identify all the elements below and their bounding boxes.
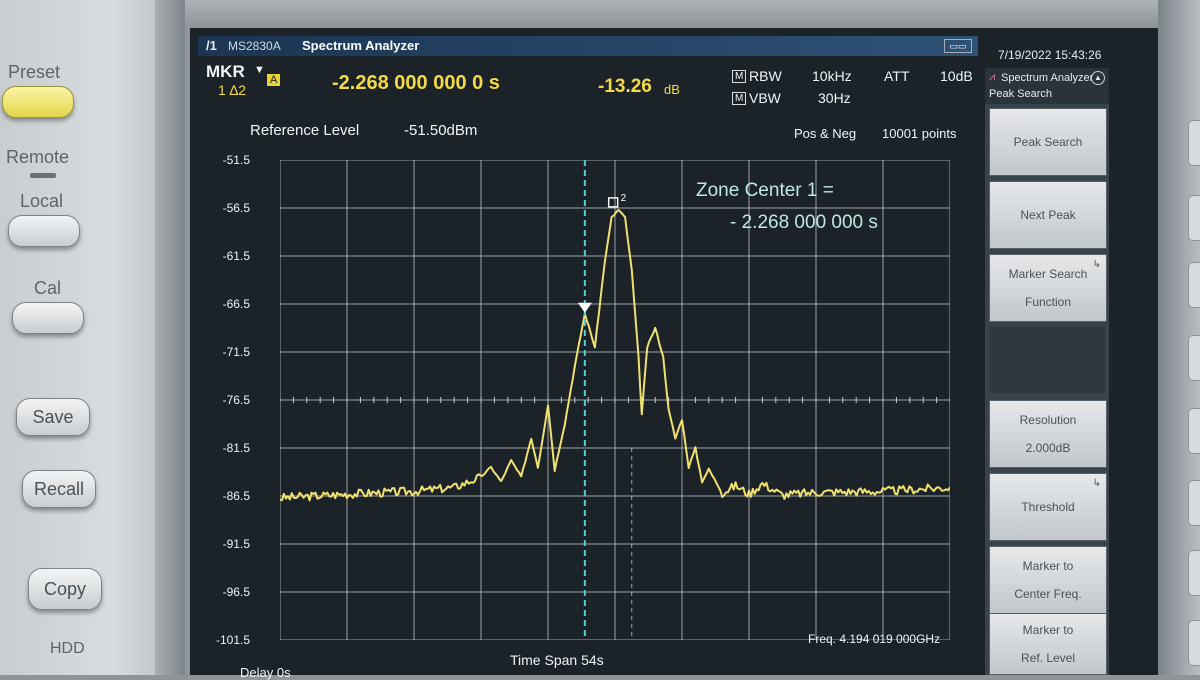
delay-readout: Delay 0s (240, 665, 291, 680)
marker-level-unit: dB (664, 82, 680, 97)
submenu-arrow-icon: ↳ (1092, 259, 1101, 270)
cal-label: Cal (34, 278, 62, 298)
reference-level-value: -51.50dBm (404, 122, 478, 139)
right-hard-key[interactable] (1188, 480, 1200, 526)
zone-center-label: Zone Center 1 = (696, 180, 834, 201)
marker-index: 1 ∆2 (218, 82, 247, 98)
vbw-label: VBW (749, 90, 781, 106)
vbw-value: 30Hz (818, 90, 851, 106)
y-tick-label: -56.5 (222, 201, 250, 215)
softkey-label-line2: Function (1024, 295, 1072, 309)
marker-to-ref-level-softkey[interactable]: Marker to Ref. Level (989, 613, 1107, 675)
menu-up-icon[interactable]: ▲ (1091, 71, 1105, 85)
softkey-header: ⩘ Spectrum Analyzer Peak Search ▲ (985, 68, 1109, 104)
marker-1-label: 1 (581, 160, 587, 161)
marker-level-readout: -13.26 (598, 76, 652, 97)
marker-time-readout: -2.268 000 000 0 s (332, 72, 500, 94)
y-tick-label: -101.5 (215, 633, 250, 647)
time-span-readout: Time Span 54s (510, 652, 604, 668)
rbw-label: RBW (749, 68, 782, 84)
y-tick-label: -61.5 (222, 249, 250, 263)
right-hard-key[interactable] (1188, 120, 1200, 166)
marker-1-triangle (577, 302, 592, 313)
anritsu-logo: /1 (206, 38, 217, 53)
softkey-label: Marker to (1022, 559, 1074, 573)
remote-label: Remote (6, 147, 70, 167)
marker-label[interactable]: MKR (206, 62, 245, 82)
right-hard-key[interactable] (1188, 195, 1200, 241)
marker-2-box (607, 197, 619, 208)
title-bar: /1 MS2830A Spectrum Analyzer ▭▭ (198, 36, 978, 56)
save-button[interactable]: Save (16, 398, 90, 436)
local-button[interactable] (8, 215, 80, 247)
att-label: ATT (884, 68, 910, 84)
softkey-label: Marker to (1022, 623, 1074, 637)
marker-to-center-freq-softkey[interactable]: Marker to Center Freq. (989, 546, 1107, 614)
softkey-value: 2.000dB (1025, 441, 1071, 455)
y-tick-label: -51.5 (222, 153, 250, 167)
softkey-label-line2: Center Freq. (1014, 587, 1082, 601)
y-tick-label: -91.5 (222, 537, 250, 551)
right-hard-key[interactable] (1188, 620, 1200, 666)
recall-button[interactable]: Recall (22, 470, 96, 508)
y-tick-label: -71.5 (222, 345, 250, 359)
preset-button[interactable] (2, 86, 74, 118)
trace-points: 10001 points (882, 126, 957, 141)
softkey-label: Marker Search (1008, 267, 1088, 281)
center-frequency-readout: Freq. 4.194 019 000GHz (808, 632, 941, 646)
softkey-label-line2: Ref. Level (1020, 651, 1076, 665)
vbw-manual-badge: M (732, 92, 747, 105)
peak-search-softkey[interactable]: Peak Search (989, 108, 1107, 176)
next-peak-softkey[interactable]: Next Peak (989, 181, 1107, 249)
y-tick-label: -76.5 (222, 393, 250, 407)
window-restore-icon[interactable]: ▭▭ (944, 39, 972, 53)
preset-label: Preset (8, 62, 61, 82)
softkey-header-title: Spectrum Analyzer (1001, 72, 1094, 84)
cal-button[interactable] (12, 302, 84, 334)
marker-search-function-softkey[interactable]: ↳ Marker Search Function (989, 254, 1107, 322)
softkey-label: Peak Search (1013, 135, 1083, 149)
front-panel-top (185, 0, 1200, 28)
right-hard-key[interactable] (1188, 550, 1200, 596)
right-hard-key[interactable] (1188, 262, 1200, 308)
copy-button[interactable]: Copy (28, 568, 102, 610)
marker-mode-badge: A (267, 74, 281, 86)
resolution-softkey[interactable]: Resolution 2.000dB (989, 400, 1107, 468)
y-tick-label: -86.5 (222, 489, 250, 503)
hdd-label: HDD (50, 640, 85, 657)
date-time: 7/19/2022 15:43:26 (998, 48, 1102, 62)
reference-level-label: Reference Level (250, 122, 360, 139)
detector-mode: Pos & Neg (794, 126, 857, 141)
rbw-manual-badge: M (732, 70, 747, 83)
remote-led (30, 173, 56, 178)
submenu-arrow-icon: ↳ (1092, 478, 1101, 489)
att-value: 10dB (940, 68, 973, 84)
model-name: MS2830A (228, 39, 281, 53)
y-tick-label: -81.5 (222, 441, 250, 455)
marker-2-label: 2 (621, 193, 627, 204)
zone-center-value: - 2.268 000 000 s (730, 212, 878, 233)
y-tick-label: -66.5 (222, 297, 250, 311)
right-hard-key[interactable] (1188, 408, 1200, 454)
rbw-value: 10kHz (812, 68, 852, 84)
display-screen: /1 MS2830A Spectrum Analyzer ▭▭ 7/19/202… (190, 28, 1158, 680)
marker-dropdown-icon[interactable]: ▼ (254, 64, 265, 76)
softkey-blank (989, 327, 1105, 393)
softkey-header-sub: Peak Search (989, 88, 1052, 100)
spectrum-icon: ⩘ (989, 71, 996, 83)
right-hard-key[interactable] (1188, 335, 1200, 381)
softkey-panel: ⩘ Spectrum Analyzer Peak Search ▲ Peak S… (985, 68, 1109, 675)
softkey-label: Next Peak (1020, 208, 1076, 222)
y-tick-label: -96.5 (222, 585, 250, 599)
threshold-softkey[interactable]: ↳ Threshold (989, 473, 1107, 541)
softkey-label: Threshold (1021, 500, 1075, 514)
local-label: Local (20, 191, 64, 211)
app-title: Spectrum Analyzer (302, 38, 420, 53)
softkey-label: Resolution (1019, 413, 1077, 427)
